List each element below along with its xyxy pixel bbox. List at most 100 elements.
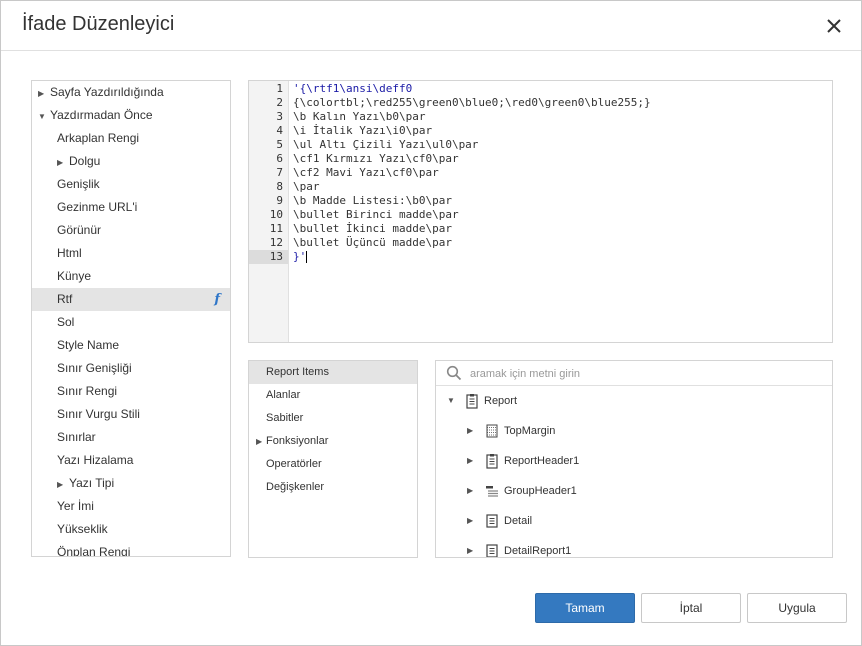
line-number: 10 — [269, 208, 283, 221]
property-label: Sınır Genişliği — [57, 361, 132, 375]
tree-node-label: Detail — [504, 515, 533, 527]
property-item-sinirlar[interactable]: Sınırlar — [32, 426, 230, 449]
property-item-genislik[interactable]: Genişlik — [32, 173, 230, 196]
report-icon — [466, 394, 478, 409]
property-item-style-name[interactable]: Style Name — [32, 334, 230, 357]
code-line[interactable]: {\colortbl;\red255\green0\blue0;\red0\gr… — [293, 96, 829, 110]
line-number: 1 — [276, 82, 283, 95]
property-item-yazi-hizalama[interactable]: Yazı Hizalama — [32, 449, 230, 472]
category-item-report-items[interactable]: Report Items — [249, 361, 417, 384]
function-icon[interactable]: f — [214, 288, 220, 311]
property-item-dolgu[interactable]: ▶ Dolgu — [32, 150, 230, 173]
category-item-operatorler[interactable]: Operatörler — [249, 453, 417, 476]
code-line[interactable]: \cf2 Mavi Yazı\cf0\par — [293, 166, 829, 180]
line-number: 6 — [276, 152, 283, 165]
property-item-sinir-genisligi[interactable]: Sınır Genişliği — [32, 357, 230, 380]
tree-node-detail[interactable]: ▶ Detail — [467, 511, 807, 531]
property-item-rtf[interactable]: Rtf f — [32, 288, 230, 311]
caret-right-icon[interactable]: ▶ — [57, 473, 69, 496]
category-item-fonksiyonlar[interactable]: ▶ Fonksiyonlar — [249, 430, 417, 453]
detail-band-icon — [486, 514, 498, 528]
property-label: Arkaplan Rengi — [57, 131, 140, 145]
search-icon — [446, 365, 462, 381]
code-text: \b Kalın Yazı\b0\par — [293, 110, 426, 123]
caret-right-icon[interactable]: ▶ — [467, 481, 473, 501]
property-item-sinir-vurgu-stili[interactable]: Sınır Vurgu Stili — [32, 403, 230, 426]
line-number: 9 — [276, 194, 283, 207]
code-line[interactable]: \i İtalik Yazı\i0\par — [293, 124, 829, 138]
property-item-sinir-rengi[interactable]: Sınır Rengi — [32, 380, 230, 403]
apply-button[interactable]: Uygula — [747, 593, 847, 623]
property-item-kunye[interactable]: Künye — [32, 265, 230, 288]
group-header-icon — [486, 486, 498, 497]
tree-node-groupheader1[interactable]: ▶ GroupHeader1 — [467, 481, 807, 501]
category-label: Değişkenler — [266, 481, 325, 493]
tree-node-label: TopMargin — [504, 425, 556, 437]
category-item-degiskenler[interactable]: Değişkenler — [249, 476, 417, 499]
caret-right-icon[interactable]: ▶ — [467, 541, 473, 557]
line-number-gutter: 1 2 3 4 5 6 7 8 9 10 11 12 13 — [249, 81, 289, 342]
code-line[interactable]: '{\rtf1\ansi\deff0 — [293, 82, 829, 96]
property-item-yazi-tipi[interactable]: ▶ Yazı Tipi — [32, 472, 230, 495]
caret-right-icon[interactable]: ▶ — [467, 451, 473, 471]
close-button[interactable] — [821, 13, 847, 39]
category-label: Operatörler — [266, 458, 322, 470]
property-item-yer-imi[interactable]: Yer İmi — [32, 495, 230, 518]
property-label: Sol — [57, 315, 75, 329]
caret-right-icon[interactable]: ▶ — [467, 511, 473, 531]
tree-node-detailreport1[interactable]: ▶ DetailReport1 — [467, 541, 807, 557]
tree-node-label: ReportHeader1 — [504, 455, 580, 467]
caret-right-icon[interactable]: ▶ — [38, 82, 50, 105]
caret-right-icon[interactable]: ▶ — [57, 151, 69, 174]
property-item-gorunur[interactable]: Görünür — [32, 219, 230, 242]
category-label: Report Items — [266, 366, 329, 378]
property-item-gezinme-url-i[interactable]: Gezinme URL'i — [32, 196, 230, 219]
tree-node-report[interactable]: ▼ Report — [447, 391, 787, 411]
search-input[interactable] — [470, 363, 820, 384]
property-item-sayfa-yazdirildiginda[interactable]: ▶ Sayfa Yazdırıldığında — [32, 81, 230, 104]
report-header-icon — [486, 454, 498, 469]
line-number: 2 — [276, 96, 283, 109]
property-item-arkaplan-rengi[interactable]: Arkaplan Rengi — [32, 127, 230, 150]
caret-right-icon[interactable]: ▶ — [467, 421, 473, 441]
category-item-sabitler[interactable]: Sabitler — [249, 407, 417, 430]
line-number: 7 — [276, 166, 283, 179]
code-line[interactable]: \bullet Üçüncü madde\par — [293, 236, 829, 250]
caret-down-icon[interactable]: ▼ — [447, 391, 455, 411]
code-line[interactable]: }' — [293, 250, 829, 264]
property-item-yukseklik[interactable]: Yükseklik — [32, 518, 230, 541]
close-icon — [827, 19, 841, 33]
code-line[interactable]: \bullet Birinci madde\par — [293, 208, 829, 222]
text-cursor — [306, 251, 308, 263]
caret-down-icon[interactable]: ▼ — [38, 105, 50, 128]
property-item-sol[interactable]: Sol — [32, 311, 230, 334]
cancel-button[interactable]: İptal — [641, 593, 741, 623]
category-item-alanlar[interactable]: Alanlar — [249, 384, 417, 407]
code-line[interactable]: \b Kalın Yazı\b0\par — [293, 110, 829, 124]
property-item-html[interactable]: Html — [32, 242, 230, 265]
caret-right-icon[interactable]: ▶ — [256, 430, 262, 453]
code-line[interactable]: \ul Altı Çizili Yazı\ul0\par — [293, 138, 829, 152]
ok-button[interactable]: Tamam — [535, 593, 635, 623]
property-label: Yazı Tipi — [69, 476, 115, 490]
property-list: ▶ Sayfa Yazdırıldığında ▼ Yazdırmadan Önce A… — [31, 80, 231, 557]
property-label: Yer İmi — [57, 499, 94, 513]
top-margin-icon — [486, 424, 498, 438]
property-label: Yükseklik — [57, 522, 108, 536]
expression-editor-dialog: İfade Düzenleyici ▶ Sayfa Yazdırıldığında… — [0, 0, 862, 646]
property-item-yazdirmadan-once[interactable]: ▼ Yazdırmadan Önce — [32, 104, 230, 127]
tree-node-reportheader1[interactable]: ▶ ReportHeader1 — [467, 451, 807, 471]
code-text: \bullet İkinci madde\par — [293, 222, 452, 235]
code-text: \cf2 Mavi Yazı\cf0\par — [293, 166, 439, 179]
tree-node-topmargin[interactable]: ▶ TopMargin — [467, 421, 807, 441]
property-item-onplan-rengi[interactable]: Önplan Rengi — [32, 541, 230, 556]
code-line[interactable]: \cf1 Kırmızı Yazı\cf0\par — [293, 152, 829, 166]
code-line[interactable]: \par — [293, 180, 829, 194]
tree-node-label: Report — [484, 395, 518, 407]
code-text: }' — [293, 250, 307, 263]
code-line[interactable]: \bullet İkinci madde\par — [293, 222, 829, 236]
category-label: Fonksiyonlar — [266, 435, 329, 447]
expression-code-editor[interactable]: 1 2 3 4 5 6 7 8 9 10 11 12 13 '{\rtf1\ansi\deff0 {\co… — [248, 80, 833, 343]
code-line[interactable]: \b Madde Listesi:\b0\par — [293, 194, 829, 208]
property-label: Künye — [57, 269, 92, 283]
